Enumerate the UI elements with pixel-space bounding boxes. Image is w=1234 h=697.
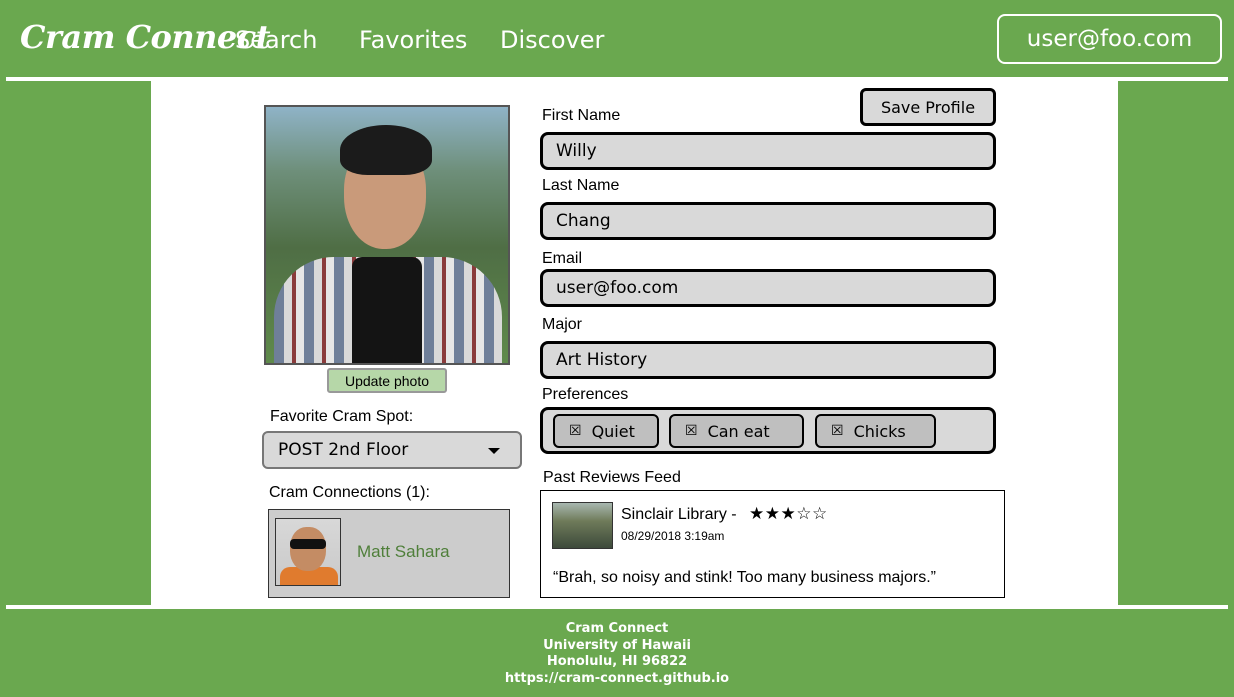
- avatar-face: [290, 527, 326, 571]
- app-logo[interactable]: Cram Connect: [20, 18, 271, 56]
- sunglasses-icon: [290, 539, 326, 549]
- review-star-rating: ★★★☆☆: [749, 504, 828, 524]
- profile-photo: [264, 105, 510, 365]
- user-menu-button[interactable]: user@foo.com: [997, 14, 1222, 64]
- footer-line-address: Honolulu, HI 96822: [546, 654, 688, 670]
- last-name-input[interactable]: Chang: [540, 202, 996, 240]
- save-profile-button[interactable]: Save Profile: [860, 88, 996, 126]
- review-place-name[interactable]: Sinclair Library -: [621, 506, 737, 524]
- favorite-spot-label: Favorite Cram Spot:: [270, 408, 414, 425]
- preference-chip-can-eat[interactable]: ☒ Can eat: [669, 414, 804, 448]
- photo-undershirt: [352, 257, 422, 363]
- checkbox-x-icon[interactable]: ☒: [685, 423, 698, 439]
- profile-panel: Update photo Favorite Cram Spot: POST 2n…: [151, 81, 1118, 605]
- caret-down-icon: [488, 448, 500, 454]
- footer-line-university: University of Hawaii: [543, 637, 691, 653]
- footer-divider: [6, 605, 1228, 609]
- major-input[interactable]: Art History: [540, 341, 996, 379]
- preferences-box: ☒ Quiet ☒ Can eat ☒ Chicks: [540, 407, 996, 454]
- favorite-spot-select[interactable]: POST 2nd Floor: [262, 431, 522, 469]
- nav-discover[interactable]: Discover: [500, 26, 604, 54]
- preference-chip-label: Can eat: [707, 421, 770, 441]
- first-name-input[interactable]: Willy: [540, 132, 996, 170]
- review-timestamp: 08/29/2018 3:19am: [621, 529, 725, 543]
- preference-chip-label: Chicks: [853, 421, 906, 441]
- last-name-label: Last Name: [542, 177, 620, 194]
- first-name-label: First Name: [542, 107, 621, 124]
- connection-avatar: [275, 518, 341, 586]
- preference-chip-chicks[interactable]: ☒ Chicks: [815, 414, 936, 448]
- review-text: “Brah, so noisy and stink! Too many busi…: [553, 569, 936, 586]
- top-navbar: Cram Connect Search Favorites Discover u…: [0, 0, 1234, 78]
- email-input[interactable]: user@foo.com: [540, 269, 996, 307]
- connections-label: Cram Connections (1):: [269, 484, 430, 501]
- nav-favorites[interactable]: Favorites: [359, 26, 467, 54]
- footer-link[interactable]: https://cram-connect.github.io: [0, 671, 1234, 688]
- preference-chip-label: Quiet: [591, 421, 635, 441]
- email-label: Email: [542, 250, 583, 267]
- checkbox-x-icon[interactable]: ☒: [831, 423, 844, 439]
- review-card: Sinclair Library - ★★★☆☆ 08/29/2018 3:19…: [540, 490, 1005, 598]
- nav-search[interactable]: Search: [235, 26, 317, 54]
- connection-card[interactable]: Matt Sahara: [268, 509, 510, 598]
- connection-name[interactable]: Matt Sahara: [357, 542, 450, 562]
- review-location-thumbnail[interactable]: [552, 502, 613, 549]
- update-photo-button[interactable]: Update photo: [327, 368, 447, 393]
- major-label: Major: [542, 316, 583, 333]
- footer: Cram Connect University of Hawaii Honolu…: [0, 621, 1234, 688]
- checkbox-x-icon[interactable]: ☒: [569, 423, 582, 439]
- preference-chip-quiet[interactable]: ☒ Quiet: [553, 414, 659, 448]
- reviews-feed-label: Past Reviews Feed: [543, 469, 681, 486]
- favorite-spot-value: POST 2nd Floor: [278, 440, 409, 460]
- preferences-label: Preferences: [542, 386, 629, 403]
- footer-line-app: Cram Connect: [565, 621, 669, 636]
- photo-hair: [340, 125, 432, 175]
